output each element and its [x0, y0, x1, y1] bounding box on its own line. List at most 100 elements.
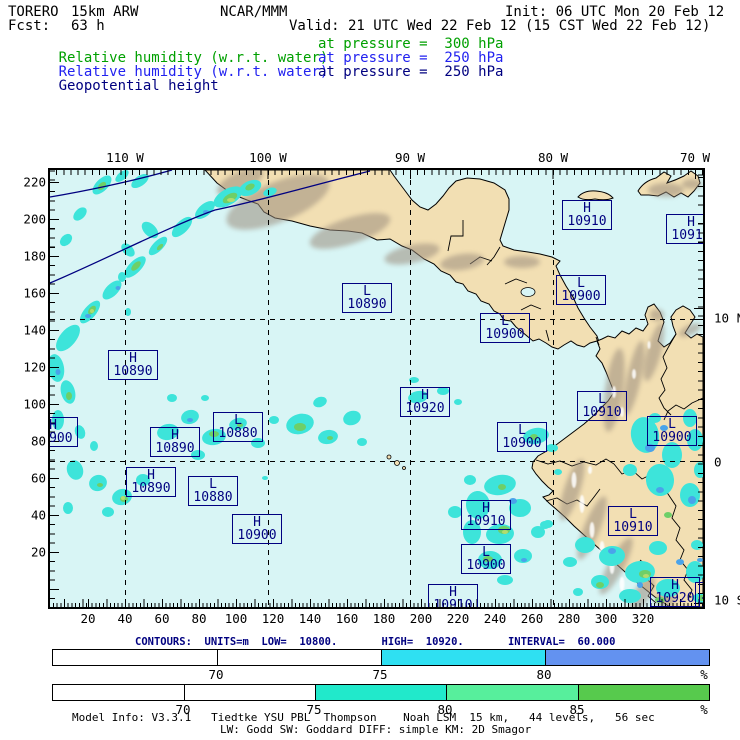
- pressure-center-value: 10880: [193, 490, 233, 505]
- rh-patches-lightgreen: [90, 198, 649, 578]
- latitude-gridline: [50, 319, 703, 320]
- pressure-center-box: L 10900: [497, 422, 547, 452]
- model-info-line2: LW: Godd SW: Goddard DIFF: simple KM: 2D…: [220, 723, 532, 736]
- grid-y-label: 180: [23, 248, 46, 264]
- colorbar-tick: [184, 685, 185, 700]
- colorbar-segment: [545, 650, 709, 665]
- init-time: Init: 06 UTC Mon 20 Feb 12: [505, 4, 725, 20]
- pressure-center-box: H 10890: [108, 350, 158, 380]
- pressure-center-box: H 10890: [126, 467, 176, 497]
- legend-row: Geopotential height at pressure = 250 hP…: [8, 65, 504, 121]
- colorbar-300hpa-rh: [52, 684, 710, 701]
- grid-x-label: 180: [372, 611, 396, 626]
- pressure-center-box: H 10920: [695, 582, 703, 607]
- colorbar-tick: [578, 685, 579, 700]
- lake-nicaragua: [520, 287, 536, 297]
- pressure-center-box: L 10880: [213, 412, 263, 442]
- pressure-center-value: 10910: [433, 598, 473, 607]
- pressure-center-value: 10890: [113, 364, 153, 379]
- pressure-center-value: 10920: [700, 597, 703, 607]
- longitude-label: 80 W: [537, 150, 569, 165]
- grid-y-label: 120: [23, 359, 46, 375]
- pressure-center-value: 10910: [613, 520, 653, 535]
- landmass-caribbean-islands: [577, 170, 701, 201]
- colorbar-label: 75: [372, 667, 388, 682]
- model-name: TORERO: [8, 4, 59, 20]
- pressure-center-box: L 10910: [608, 506, 658, 536]
- pressure-center-box: L 10900: [647, 416, 697, 446]
- grid-x-label: 240: [483, 611, 507, 626]
- pressure-center-box: H 10920: [400, 387, 450, 417]
- grid-y-label: 20: [30, 544, 46, 560]
- legend-field-level: at pressure = 300 hPa: [318, 36, 504, 52]
- org-name: NCAR/MMM: [220, 4, 288, 20]
- legend-field-name: Geopotential height: [58, 78, 219, 94]
- colorbar-tick: [381, 650, 382, 665]
- colorbar-label: 80: [536, 667, 552, 682]
- longitude-label: 70 W: [679, 150, 711, 165]
- longitude-gridline: [125, 170, 126, 607]
- colorbar-tick: [446, 685, 447, 700]
- pressure-center-box: L 10900: [556, 275, 606, 305]
- colorbar-segment: [446, 685, 578, 700]
- latitude-label: 0: [714, 454, 722, 470]
- pressure-center-box: H 10900: [50, 417, 78, 447]
- grid-x-label: 280: [557, 611, 581, 626]
- colorbar-250hpa-rh: [52, 649, 710, 666]
- pressure-center-box: H 10910: [562, 200, 612, 230]
- grid-y-label: 80: [30, 433, 46, 449]
- longitude-gridline: [553, 170, 554, 607]
- colorbar-tick: [545, 650, 546, 665]
- pressure-center-value: 10900: [237, 528, 277, 543]
- model-resolution: 15km ARW: [71, 4, 139, 20]
- valid-time: Valid: 21 UTC Wed 22 Feb 12 (15 CST Wed …: [289, 18, 711, 34]
- grid-x-label: 200: [409, 611, 433, 626]
- pressure-center-value: 10880: [218, 426, 258, 441]
- pressure-center-value: 10900: [502, 436, 542, 451]
- grid-x-label: 20: [80, 611, 96, 626]
- grid-y-label: 140: [23, 322, 46, 338]
- grid-x-label: 220: [446, 611, 470, 626]
- pressure-center-value: 10920: [655, 591, 695, 606]
- grid-x-label: 140: [298, 611, 322, 626]
- pressure-center-value: 10900: [485, 327, 525, 342]
- pressure-center-box: H 10910: [428, 584, 478, 607]
- pressure-center-value: 10900: [50, 431, 73, 446]
- pressure-center-box: L 10890: [342, 283, 392, 313]
- pressure-center-box: H 10910: [461, 500, 511, 530]
- colorbar-tick: [315, 685, 316, 700]
- latitude-label: 10 S: [714, 592, 740, 608]
- pressure-center-box: H 10920: [650, 577, 700, 607]
- grid-x-label: 120: [261, 611, 285, 626]
- latitude-label: 10 N: [714, 310, 740, 326]
- pressure-center-box: H 10900: [232, 514, 282, 544]
- galapagos-islands: [386, 454, 406, 470]
- contour-info: CONTOURS: UNITS=m LOW= 10800. HIGH= 1092…: [135, 636, 616, 648]
- colorbar-label: %: [700, 667, 708, 682]
- grid-y-label: 220: [23, 174, 46, 190]
- pressure-center-value: 10900: [466, 558, 506, 573]
- grid-x-label: 60: [154, 611, 170, 626]
- pressure-center-value: 10910: [582, 405, 622, 420]
- map-panel: H 10890 L 10890 L 10900 H 10910 H 10910 …: [50, 170, 703, 607]
- grid-x-label: 40: [117, 611, 133, 626]
- grid-y-label: 200: [23, 211, 46, 227]
- fcst-label: Fcst:: [8, 18, 51, 34]
- grid-x-label: 320: [631, 611, 655, 626]
- colorbar-segment: [578, 685, 709, 700]
- pressure-center-value: 10910: [671, 228, 703, 243]
- grid-y-label: 60: [30, 470, 46, 486]
- legend-field-level: at pressure = 250 hPa: [318, 50, 504, 66]
- weather-plot-page: { "header": { "model": "TORERO", "resolu…: [0, 0, 740, 740]
- colorbar-label: 70: [208, 667, 224, 682]
- pressure-center-value: 10900: [561, 289, 601, 304]
- latitude-gridline: [50, 461, 703, 462]
- grid-x-label: 160: [335, 611, 359, 626]
- longitude-label: 110 W: [106, 150, 144, 165]
- colorbar-tick: [217, 650, 218, 665]
- pressure-center-value: 10890: [131, 481, 171, 496]
- grid-x-label: 80: [191, 611, 207, 626]
- grid-y-label: 160: [23, 285, 46, 301]
- grid-y-label: 100: [23, 396, 46, 412]
- longitude-label: 100 W: [249, 150, 287, 165]
